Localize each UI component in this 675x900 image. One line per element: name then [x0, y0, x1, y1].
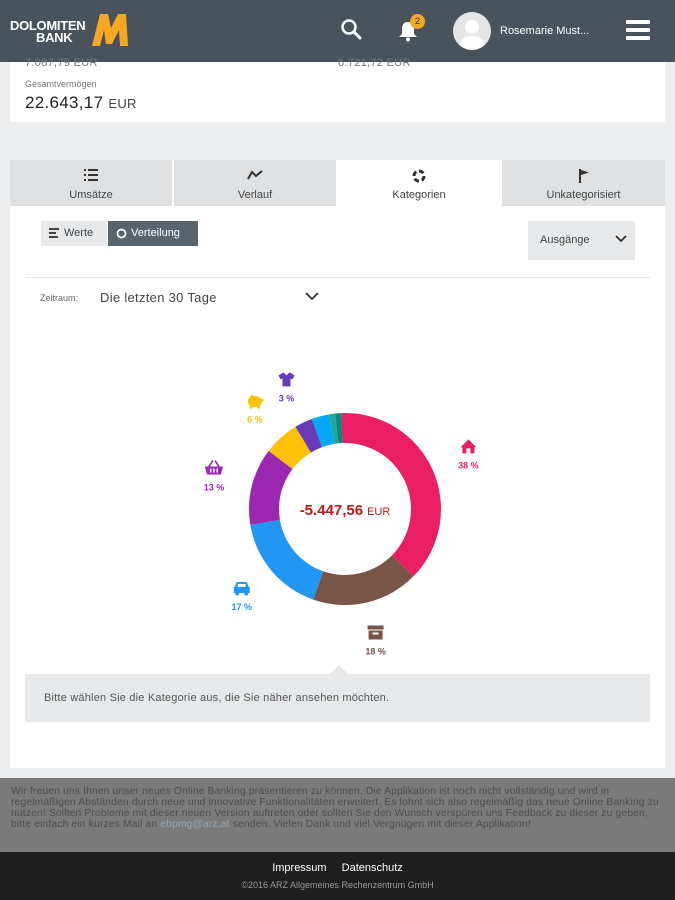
imprint-link[interactable]: Impressum [272, 862, 326, 874]
avatar[interactable] [453, 12, 491, 50]
total-assets-value: 22.643,17 EUR [25, 93, 137, 112]
archive-box-icon[interactable] [367, 625, 384, 640]
donut-slice-home[interactable] [341, 413, 441, 577]
category-hint-box: Bitte wählen Sie die Kategorie aus, die … [25, 674, 650, 722]
piggy-bank-icon[interactable] [247, 394, 264, 409]
notification-badge: 2 [410, 14, 425, 29]
slice-percent-label: 18 % [365, 646, 386, 656]
slice-percent-label: 38 % [458, 460, 479, 470]
logo-m-mark-icon [92, 14, 128, 46]
donut-slice-storage[interactable] [313, 555, 414, 605]
slice-percent-label: 6 % [247, 415, 263, 425]
car-icon[interactable] [233, 581, 250, 596]
basket-icon[interactable] [204, 460, 223, 475]
donut-slice-car[interactable] [250, 519, 324, 600]
account-balance-right: 6.721,72 EUR [338, 57, 411, 69]
privacy-link[interactable]: Datenschutz [342, 862, 403, 874]
slice-percent-label: 3 % [279, 393, 295, 403]
account-balance-left: 7.087,79 EUR [25, 57, 98, 69]
user-silhouette-icon [458, 20, 486, 50]
total-assets-label: Gesamtvermögen [25, 79, 97, 89]
house-icon[interactable] [460, 439, 477, 454]
analysis-panel: Umsätze Verlauf Kategorien Unkategorisie… [10, 160, 665, 768]
feedback-email-link[interactable]: ebpmg@arz.at [160, 819, 230, 830]
slice-percent-label: 17 % [231, 602, 252, 612]
shirt-icon[interactable] [278, 372, 295, 387]
search-icon[interactable] [340, 18, 362, 40]
info-arrow [330, 665, 348, 674]
beta-notice: Wir freuen uns Ihnen unser neues Online … [0, 778, 675, 852]
logo-wordmark: DOLOMITEN BANK [10, 18, 86, 45]
assets-summary-card: 7.087,79 EUR 6.721,72 EUR Gesamtvermögen… [10, 57, 665, 122]
copyright: ©2016 ARZ Allgemeines Rechenzentrum GmbH [241, 880, 434, 890]
footer: Impressum Datenschutz ©2016 ARZ Allgemei… [0, 852, 675, 900]
user-name[interactable]: Rosemarie Must... [500, 25, 589, 37]
slice-percent-label: 13 % [204, 483, 225, 493]
chart-center-amount: -5.447,56 EUR [300, 502, 391, 519]
hamburger-menu-icon[interactable] [626, 20, 650, 42]
top-bar: DOLOMITEN BANK 2 Rosemarie Must... [0, 0, 675, 62]
bank-logo[interactable]: DOLOMITEN BANK [10, 12, 135, 52]
